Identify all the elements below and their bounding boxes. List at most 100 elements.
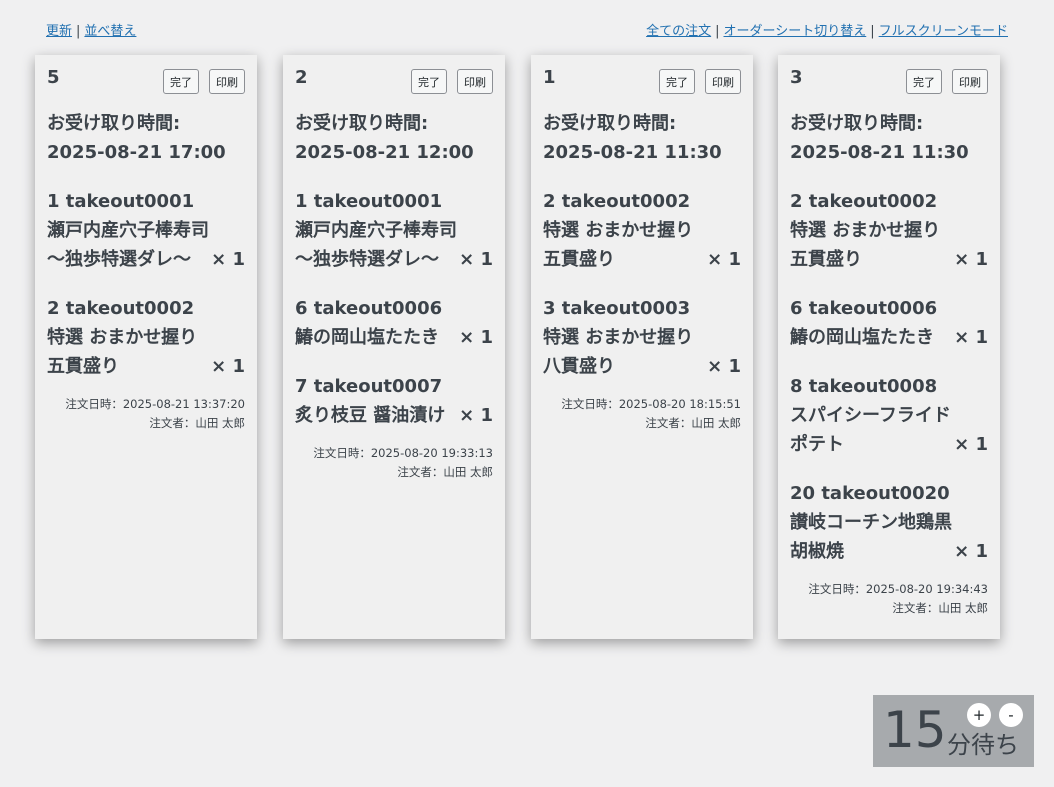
item-name: 瀬戸内産穴子棒寿司～独歩特選ダレ～	[295, 220, 457, 270]
wait-time-panel: 15 分待ち + -	[873, 695, 1034, 767]
order-item: 2 takeout0002 特選 おまかせ握り五貫盛り × 1	[790, 187, 988, 274]
order-item: 6 takeout0006 鰆の岡山塩たたき × 1	[790, 294, 988, 352]
orderer: 注文者：山田 太郎	[892, 601, 988, 615]
order-date: 注文日時：2025-08-20 19:33:13	[313, 446, 493, 460]
item-name: 特選 おまかせ握り五貫盛り	[543, 220, 694, 270]
order-number: 3	[790, 67, 803, 88]
card-actions: 完了 印刷	[153, 69, 245, 94]
order-item: 1 takeout0001 瀬戸内産穴子棒寿司～独歩特選ダレ～ × 1	[295, 187, 493, 274]
refresh-link[interactable]: 更新	[46, 24, 72, 39]
order-item: 20 takeout0020 讃岐コーチン地鶏黒胡椒焼 × 1	[790, 479, 988, 566]
item-code: 1 takeout0001	[47, 191, 195, 212]
orderer: 注文者：山田 太郎	[645, 416, 741, 430]
order-item: 7 takeout0007 炙り枝豆 醤油漬け × 1	[295, 372, 493, 430]
order-meta: 注文日時：2025-08-20 18:15:51 注文者：山田 太郎	[543, 395, 741, 433]
pickup-datetime: 2025-08-21 11:30	[543, 142, 722, 163]
item-quantity: × 1	[954, 434, 988, 455]
item-code: 3 takeout0003	[543, 298, 691, 319]
wait-unit: 分待ち	[947, 731, 1019, 759]
complete-button[interactable]: 完了	[906, 69, 942, 94]
item-quantity: × 1	[459, 405, 493, 426]
orderer: 注文者：山田 太郎	[397, 465, 493, 479]
pickup-time: お受け取り時間: 2025-08-21 12:00	[295, 109, 493, 167]
separator: |	[715, 24, 720, 39]
order-number: 5	[47, 67, 60, 88]
item-code: 6 takeout0006	[295, 298, 443, 319]
order-item: 1 takeout0001 瀬戸内産穴子棒寿司～独歩特選ダレ～ × 1	[47, 187, 245, 274]
item-name: 炙り枝豆 醤油漬け	[295, 405, 446, 426]
item-quantity: × 1	[211, 356, 245, 377]
order-date: 注文日時：2025-08-21 13:37:20	[65, 397, 245, 411]
order-meta: 注文日時：2025-08-20 19:33:13 注文者：山田 太郎	[295, 444, 493, 482]
item-name: 瀬戸内産穴子棒寿司～独歩特選ダレ～	[47, 220, 209, 270]
item-quantity: × 1	[954, 249, 988, 270]
print-button[interactable]: 印刷	[457, 69, 493, 94]
fullscreen-link[interactable]: フルスクリーンモード	[879, 24, 1008, 39]
separator: |	[76, 24, 81, 39]
pickup-datetime: 2025-08-21 11:30	[790, 142, 969, 163]
item-name: 鰆の岡山塩たたき	[790, 327, 934, 348]
card-actions: 完了 印刷	[401, 69, 493, 94]
increase-wait-button[interactable]: +	[967, 703, 991, 727]
item-quantity: × 1	[707, 249, 741, 270]
wait-minutes: 15	[883, 701, 947, 759]
top-nav: 更新 | 並べ替え 全ての注文 | オーダーシート切り替え | フルスクリーンモード	[46, 20, 1008, 40]
pickup-time: お受け取り時間: 2025-08-21 11:30	[790, 109, 988, 167]
item-name: 讃岐コーチン地鶏黒胡椒焼	[790, 512, 952, 562]
pickup-datetime: 2025-08-21 12:00	[295, 142, 474, 163]
print-button[interactable]: 印刷	[952, 69, 988, 94]
pickup-time: お受け取り時間: 2025-08-21 11:30	[543, 109, 741, 167]
order-meta: 注文日時：2025-08-21 13:37:20 注文者：山田 太郎	[47, 395, 245, 433]
card-header: 3 完了 印刷	[790, 65, 988, 109]
item-code: 20 takeout0020	[790, 483, 950, 504]
order-item: 2 takeout0002 特選 おまかせ握り五貫盛り × 1	[47, 294, 245, 381]
switch-order-sheet-link[interactable]: オーダーシート切り替え	[724, 24, 867, 39]
sort-link[interactable]: 並べ替え	[84, 24, 136, 39]
pickup-datetime: 2025-08-21 17:00	[47, 142, 226, 163]
order-number: 2	[295, 67, 308, 88]
item-quantity: × 1	[954, 327, 988, 348]
card-header: 1 完了 印刷	[543, 65, 741, 109]
order-item: 8 takeout0008 スパイシーフライドポテト × 1	[790, 372, 988, 459]
item-name: 鰆の岡山塩たたき	[295, 327, 439, 348]
top-nav-left: 更新 | 並べ替え	[46, 20, 136, 39]
pickup-label: お受け取り時間:	[47, 113, 181, 134]
item-code: 2 takeout0002	[543, 191, 691, 212]
pickup-time: お受け取り時間: 2025-08-21 17:00	[47, 109, 245, 167]
order-meta: 注文日時：2025-08-20 19:34:43 注文者：山田 太郎	[790, 580, 988, 618]
separator: |	[870, 24, 875, 39]
order-item: 3 takeout0003 特選 おまかせ握り八貫盛り × 1	[543, 294, 741, 381]
order-card: 5 完了 印刷 お受け取り時間: 2025-08-21 17:00 1 takeo…	[35, 55, 257, 639]
order-card: 2 完了 印刷 お受け取り時間: 2025-08-21 12:00 1 takeo…	[283, 55, 505, 639]
card-actions: 完了 印刷	[649, 69, 741, 94]
order-number: 1	[543, 67, 556, 88]
order-date: 注文日時：2025-08-20 19:34:43	[808, 582, 988, 596]
item-quantity: × 1	[954, 541, 988, 562]
item-code: 7 takeout0007	[295, 376, 443, 397]
complete-button[interactable]: 完了	[411, 69, 447, 94]
item-quantity: × 1	[459, 327, 493, 348]
item-quantity: × 1	[211, 249, 245, 270]
top-nav-right: 全ての注文 | オーダーシート切り替え | フルスクリーンモード	[646, 20, 1008, 39]
item-code: 1 takeout0001	[295, 191, 443, 212]
item-code: 8 takeout0008	[790, 376, 938, 397]
pickup-label: お受け取り時間:	[543, 113, 677, 134]
complete-button[interactable]: 完了	[659, 69, 695, 94]
item-name: スパイシーフライドポテト	[790, 405, 951, 455]
order-card: 1 完了 印刷 お受け取り時間: 2025-08-21 11:30 2 takeo…	[531, 55, 753, 639]
item-name: 特選 おまかせ握り五貫盛り	[47, 327, 198, 377]
decrease-wait-button[interactable]: -	[999, 703, 1023, 727]
complete-button[interactable]: 完了	[163, 69, 199, 94]
card-header: 2 完了 印刷	[295, 65, 493, 109]
orderer: 注文者：山田 太郎	[149, 416, 245, 430]
item-quantity: × 1	[707, 356, 741, 377]
pickup-label: お受け取り時間:	[295, 113, 429, 134]
order-date: 注文日時：2025-08-20 18:15:51	[561, 397, 741, 411]
pickup-label: お受け取り時間:	[790, 113, 924, 134]
item-name: 特選 おまかせ握り八貫盛り	[543, 327, 694, 377]
item-code: 2 takeout0002	[790, 191, 938, 212]
all-orders-link[interactable]: 全ての注文	[646, 24, 711, 39]
print-button[interactable]: 印刷	[209, 69, 245, 94]
order-item: 2 takeout0002 特選 おまかせ握り五貫盛り × 1	[543, 187, 741, 274]
print-button[interactable]: 印刷	[705, 69, 741, 94]
